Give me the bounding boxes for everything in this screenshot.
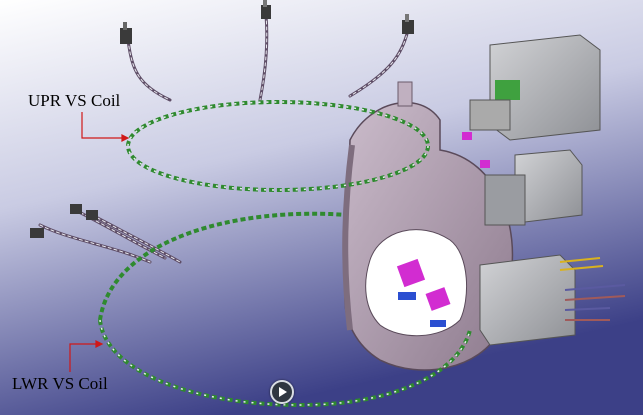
upr-vs-coil-label: UPR VS Coil: [28, 91, 121, 110]
vessel-upper-stub: [397, 81, 413, 107]
play-button[interactable]: [270, 380, 294, 404]
lwr-vs-coil-label: LWR VS Coil: [12, 374, 108, 393]
upper-port-box: [469, 34, 601, 141]
lower-port-box: [479, 254, 576, 346]
vs-coil-diagram: [0, 0, 643, 415]
play-icon: [279, 387, 287, 397]
